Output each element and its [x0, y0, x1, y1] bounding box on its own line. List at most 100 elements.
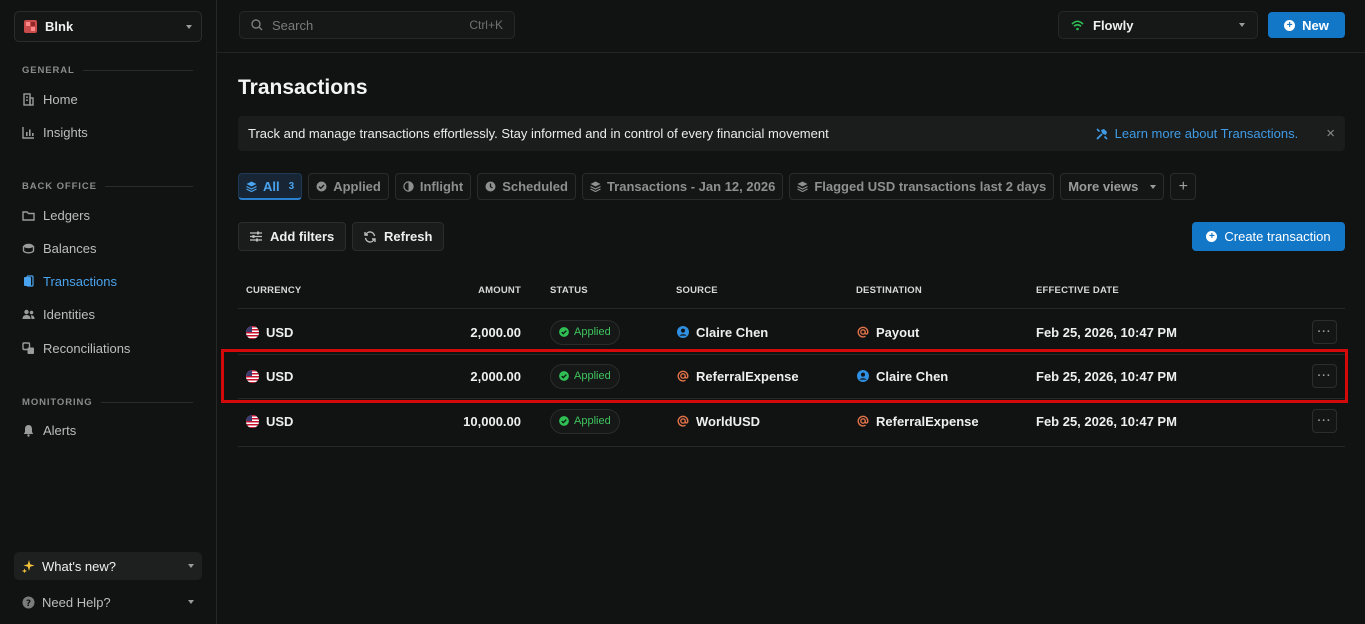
add-view-button[interactable]: +	[1170, 173, 1197, 200]
tab-all-count: 3	[288, 180, 295, 192]
currency-value: USD	[266, 413, 294, 429]
workspace-switcher[interactable]: Blnk	[14, 11, 202, 42]
tab-inflight[interactable]: Inflight	[394, 173, 472, 200]
tab-scheduled[interactable]: Scheduled	[477, 173, 576, 200]
tab-applied[interactable]: Applied	[308, 173, 389, 200]
transactions-icon	[24, 274, 34, 287]
plus-circle-icon: +	[1206, 231, 1218, 242]
whats-new-button[interactable]: What's new?	[14, 552, 202, 580]
status-badge: Applied	[550, 319, 620, 345]
check-circle-icon	[559, 371, 569, 381]
tab-saved-view-label: Transactions - Jan 12, 2026	[606, 179, 776, 194]
learn-more-label: Learn more about Transactions.	[1114, 126, 1299, 141]
need-help-button[interactable]: ? Need Help?	[14, 588, 202, 616]
tab-all[interactable]: All 3	[238, 173, 303, 200]
sidebar-item-insights[interactable]: Insights	[22, 121, 88, 143]
close-icon[interactable]: ×	[1326, 125, 1335, 142]
sidebar-item-label: Home	[43, 91, 78, 107]
destination-cell[interactable]: Claire Chen	[857, 354, 948, 398]
org-switcher[interactable]: Flowly	[1058, 11, 1258, 39]
at-sign-icon	[677, 370, 689, 382]
wifi-icon	[1071, 20, 1084, 30]
layers-icon	[590, 181, 601, 192]
workspace-name: Blnk	[45, 19, 74, 34]
date-cell: Feb 25, 2026, 10:47 PM	[1036, 324, 1177, 340]
tab-saved-view-flagged-usd[interactable]: Flagged USD transactions last 2 days	[789, 173, 1055, 200]
learn-more-link[interactable]: Learn more about Transactions.	[1096, 126, 1299, 141]
row-more-button[interactable]: ···	[1312, 364, 1337, 388]
source-name: ReferralExpense	[696, 368, 799, 384]
sidebar-item-balances[interactable]: Balances	[22, 237, 96, 259]
currency-cell: USD	[246, 310, 293, 354]
add-filters-button[interactable]: Add filters	[238, 222, 347, 251]
half-circle-icon	[403, 181, 414, 192]
section-label-monitoring: MONITORING	[22, 397, 193, 408]
source-name: Claire Chen	[696, 324, 769, 340]
create-transaction-button[interactable]: + Create transaction	[1192, 222, 1345, 251]
new-button-label: New	[1302, 17, 1329, 33]
source-cell[interactable]: WorldUSD	[677, 399, 760, 443]
source-cell[interactable]: ReferralExpense	[677, 354, 799, 398]
tab-applied-label: Applied	[333, 179, 381, 194]
more-views-label: More views	[1068, 179, 1139, 194]
tab-scheduled-label: Scheduled	[502, 179, 568, 194]
date-cell: Feb 25, 2026, 10:47 PM	[1036, 413, 1177, 429]
column-header-currency[interactable]: CURRENCY	[246, 285, 301, 296]
banner-message: Track and manage transactions effortless…	[248, 126, 829, 141]
source-cell[interactable]: Claire Chen	[677, 310, 768, 354]
sidebar-item-label: Insights	[43, 124, 88, 140]
sidebar-item-ledgers[interactable]: Ledgers	[22, 204, 90, 226]
refresh-label: Refresh	[384, 229, 433, 244]
sidebar-item-alerts[interactable]: Alerts	[22, 419, 76, 441]
bell-icon	[23, 424, 34, 437]
currency-value: USD	[266, 368, 294, 384]
column-header-source[interactable]: SOURCE	[676, 285, 718, 296]
us-flag-icon	[246, 414, 259, 428]
svg-text:?: ?	[26, 598, 31, 608]
table-row[interactable]: USD 2,000.00 Applied ReferralExpense Cla…	[238, 354, 1345, 398]
sidebar-item-label: Alerts	[43, 422, 77, 438]
column-header-effective-date[interactable]: EFFECTIVE DATE	[1036, 285, 1119, 296]
row-actions-cell: ···	[1312, 310, 1337, 354]
sidebar-item-label: Ledgers	[43, 207, 90, 223]
column-header-amount[interactable]: AMOUNT	[460, 285, 521, 296]
blnk-logo-icon	[24, 20, 37, 33]
tools-icon	[1096, 127, 1108, 140]
refresh-icon	[364, 230, 376, 243]
chevron-down-icon	[1239, 23, 1245, 27]
new-button[interactable]: + New	[1268, 12, 1345, 38]
us-flag-icon	[246, 325, 259, 339]
reconcile-icon	[22, 341, 34, 354]
tab-all-label: All	[263, 178, 280, 194]
source-name: WorldUSD	[696, 413, 761, 429]
chevron-down-icon	[188, 564, 194, 568]
folder-icon	[22, 210, 35, 221]
sidebar-item-identities[interactable]: Identities	[22, 303, 95, 325]
check-circle-icon	[559, 416, 569, 426]
column-header-destination[interactable]: DESTINATION	[856, 285, 922, 296]
column-header-status[interactable]: STATUS	[550, 285, 588, 296]
need-help-label: Need Help?	[42, 594, 111, 610]
row-more-button[interactable]: ···	[1312, 320, 1337, 344]
org-name: Flowly	[1093, 17, 1134, 33]
table-row[interactable]: USD 2,000.00 Applied Claire Chen Payout …	[238, 310, 1345, 354]
destination-cell[interactable]: Payout	[857, 310, 919, 354]
row-more-button[interactable]: ···	[1312, 409, 1337, 433]
destination-cell[interactable]: ReferralExpense	[857, 399, 979, 443]
sidebar-item-reconciliations[interactable]: Reconciliations	[22, 337, 130, 359]
search-input[interactable]: Search Ctrl+K	[239, 11, 515, 39]
page-title: Transactions	[238, 76, 368, 99]
sidebar-item-transactions[interactable]: Transactions	[22, 270, 117, 292]
table-row[interactable]: USD 10,000.00 Applied WorldUSD ReferralE…	[238, 399, 1345, 443]
coins-icon	[22, 243, 35, 254]
add-filters-label: Add filters	[270, 229, 335, 244]
destination-name: Claire Chen	[876, 368, 949, 384]
tab-saved-view-jan-12[interactable]: Transactions - Jan 12, 2026	[581, 173, 784, 200]
amount-cell: 2,000.00	[470, 368, 521, 384]
sidebar-item-home[interactable]: Home	[22, 88, 78, 110]
section-label-general: GENERAL	[22, 65, 193, 76]
refresh-button[interactable]: Refresh	[352, 222, 445, 251]
filter-sliders-icon	[250, 231, 262, 242]
more-views-dropdown[interactable]: More views	[1060, 173, 1165, 200]
create-transaction-label: Create transaction	[1224, 229, 1331, 244]
